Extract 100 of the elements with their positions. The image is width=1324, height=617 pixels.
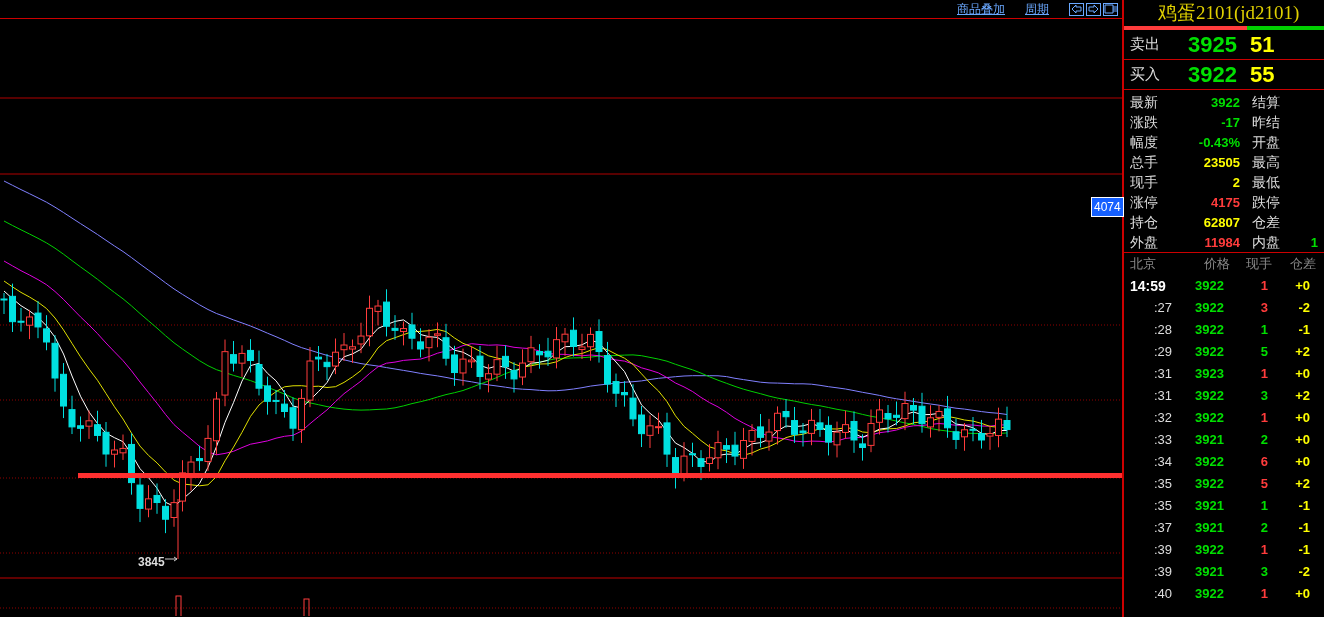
stat-label: 昨结 xyxy=(1251,113,1281,132)
tick-price: 3921 xyxy=(1194,431,1224,450)
tick-change: +0 xyxy=(1294,431,1310,450)
stat-label: 幅度 xyxy=(1130,133,1159,152)
order-price: 3925 xyxy=(1188,31,1238,59)
tick-price: 3922 xyxy=(1194,343,1224,362)
order-label: 卖出 xyxy=(1130,34,1161,55)
stat-label: 最高 xyxy=(1251,153,1281,172)
stat-value: 1 xyxy=(1309,233,1318,252)
order-label: 买入 xyxy=(1130,64,1161,85)
toolbar-link[interactable]: 周期 xyxy=(1025,0,1049,18)
toolbar-link[interactable]: 商品叠加 xyxy=(957,0,1005,18)
tick-time: 14:59 xyxy=(1129,276,1167,296)
tick-price: 3922 xyxy=(1194,541,1224,560)
tick-change: -1 xyxy=(1297,519,1310,538)
price-tag: 4074 xyxy=(1091,197,1124,217)
tick-price: 3922 xyxy=(1194,387,1224,406)
tick-change: +2 xyxy=(1294,343,1310,362)
stat-label: 现手 xyxy=(1130,173,1159,192)
tick-change: +0 xyxy=(1294,277,1310,296)
tick-time: :31 xyxy=(1152,387,1172,406)
stat-label: 涨跌 xyxy=(1130,113,1159,132)
tick-change: +0 xyxy=(1294,365,1310,384)
stat-label: 最低 xyxy=(1251,173,1281,192)
right-arrow-icon[interactable] xyxy=(1086,2,1101,16)
stat-value: 23505 xyxy=(1202,153,1240,172)
tick-price: 3921 xyxy=(1194,519,1224,538)
tick-time: :34 xyxy=(1152,453,1172,472)
stat-label: 涨停 xyxy=(1130,193,1159,212)
low-price-label: 3845 xyxy=(138,554,165,571)
tick-volume: 5 xyxy=(1259,343,1268,362)
order-volume: 51 xyxy=(1250,31,1275,59)
order-price: 3922 xyxy=(1188,61,1238,89)
tick-price: 3922 xyxy=(1194,409,1224,428)
tick-price: 3922 xyxy=(1194,321,1224,340)
stat-label: 外盘 xyxy=(1130,233,1159,252)
tick-price: 3922 xyxy=(1194,299,1224,318)
tick-volume: 2 xyxy=(1259,519,1268,538)
stat-value: 2 xyxy=(1231,173,1240,192)
column-header: 北京 xyxy=(1130,255,1157,274)
tick-time: :35 xyxy=(1152,497,1172,516)
tick-change: +2 xyxy=(1294,387,1310,406)
tick-price: 3923 xyxy=(1194,365,1224,384)
stat-value: 62807 xyxy=(1202,213,1240,232)
stat-value: 4175 xyxy=(1210,193,1240,212)
tick-volume: 1 xyxy=(1259,321,1268,340)
tick-time: :32 xyxy=(1152,409,1172,428)
tick-time: :33 xyxy=(1152,431,1172,450)
stat-label: 内盘 xyxy=(1251,233,1281,252)
tick-change: -1 xyxy=(1297,541,1310,560)
tick-volume: 1 xyxy=(1259,365,1268,384)
tick-price: 3921 xyxy=(1194,563,1224,582)
tick-time: :31 xyxy=(1152,365,1172,384)
tick-time: :29 xyxy=(1152,343,1172,362)
tick-change: -1 xyxy=(1297,321,1310,340)
tick-volume: 1 xyxy=(1259,541,1268,560)
tick-volume: 1 xyxy=(1259,585,1268,604)
stat-label: 开盘 xyxy=(1251,133,1281,152)
arrow-icon xyxy=(164,556,178,562)
tick-volume: 1 xyxy=(1259,409,1268,428)
tick-time: :39 xyxy=(1152,563,1172,582)
tick-time: :40 xyxy=(1152,585,1172,604)
stat-value: 3922 xyxy=(1210,93,1240,112)
tick-time: :28 xyxy=(1152,321,1172,340)
tick-change: +0 xyxy=(1294,585,1310,604)
tick-volume: 3 xyxy=(1259,299,1268,318)
tick-volume: 6 xyxy=(1259,453,1268,472)
tick-volume: 3 xyxy=(1259,387,1268,406)
volume-bar xyxy=(175,595,182,616)
stat-label: 结算 xyxy=(1251,93,1281,112)
tick-change: -2 xyxy=(1297,563,1310,582)
tick-change: +0 xyxy=(1294,409,1310,428)
tick-volume: 1 xyxy=(1259,277,1268,296)
stat-label: 仓差 xyxy=(1251,213,1281,232)
stat-label: 跌停 xyxy=(1251,193,1281,212)
tick-volume: 3 xyxy=(1259,563,1268,582)
tick-time: :39 xyxy=(1152,541,1172,560)
tick-time: :37 xyxy=(1152,519,1172,538)
left-arrow-icon[interactable] xyxy=(1069,2,1084,16)
order-volume: 55 xyxy=(1250,61,1275,89)
tick-change: +2 xyxy=(1294,475,1310,494)
tick-change: -2 xyxy=(1297,299,1310,318)
stat-value: -0.43% xyxy=(1197,133,1240,152)
stat-value: -17 xyxy=(1220,113,1240,132)
column-header: 仓差 xyxy=(1289,255,1316,274)
tick-price: 3922 xyxy=(1194,475,1224,494)
column-header: 现手 xyxy=(1245,255,1272,274)
tick-volume: 2 xyxy=(1259,431,1268,450)
stat-value: 11984 xyxy=(1203,233,1240,252)
tick-volume: 1 xyxy=(1259,497,1268,516)
tick-price: 3922 xyxy=(1194,585,1224,604)
tick-price: 3922 xyxy=(1194,453,1224,472)
tick-price: 3922 xyxy=(1194,277,1224,296)
tick-change: +0 xyxy=(1294,453,1310,472)
stat-label: 持仓 xyxy=(1130,213,1159,232)
tick-change: -1 xyxy=(1297,497,1310,516)
column-header: 价格 xyxy=(1203,255,1230,274)
contract-title: 鸡蛋2101(jd2101) xyxy=(1157,1,1301,25)
tick-time: :27 xyxy=(1152,299,1172,318)
volume-bar xyxy=(303,598,310,616)
